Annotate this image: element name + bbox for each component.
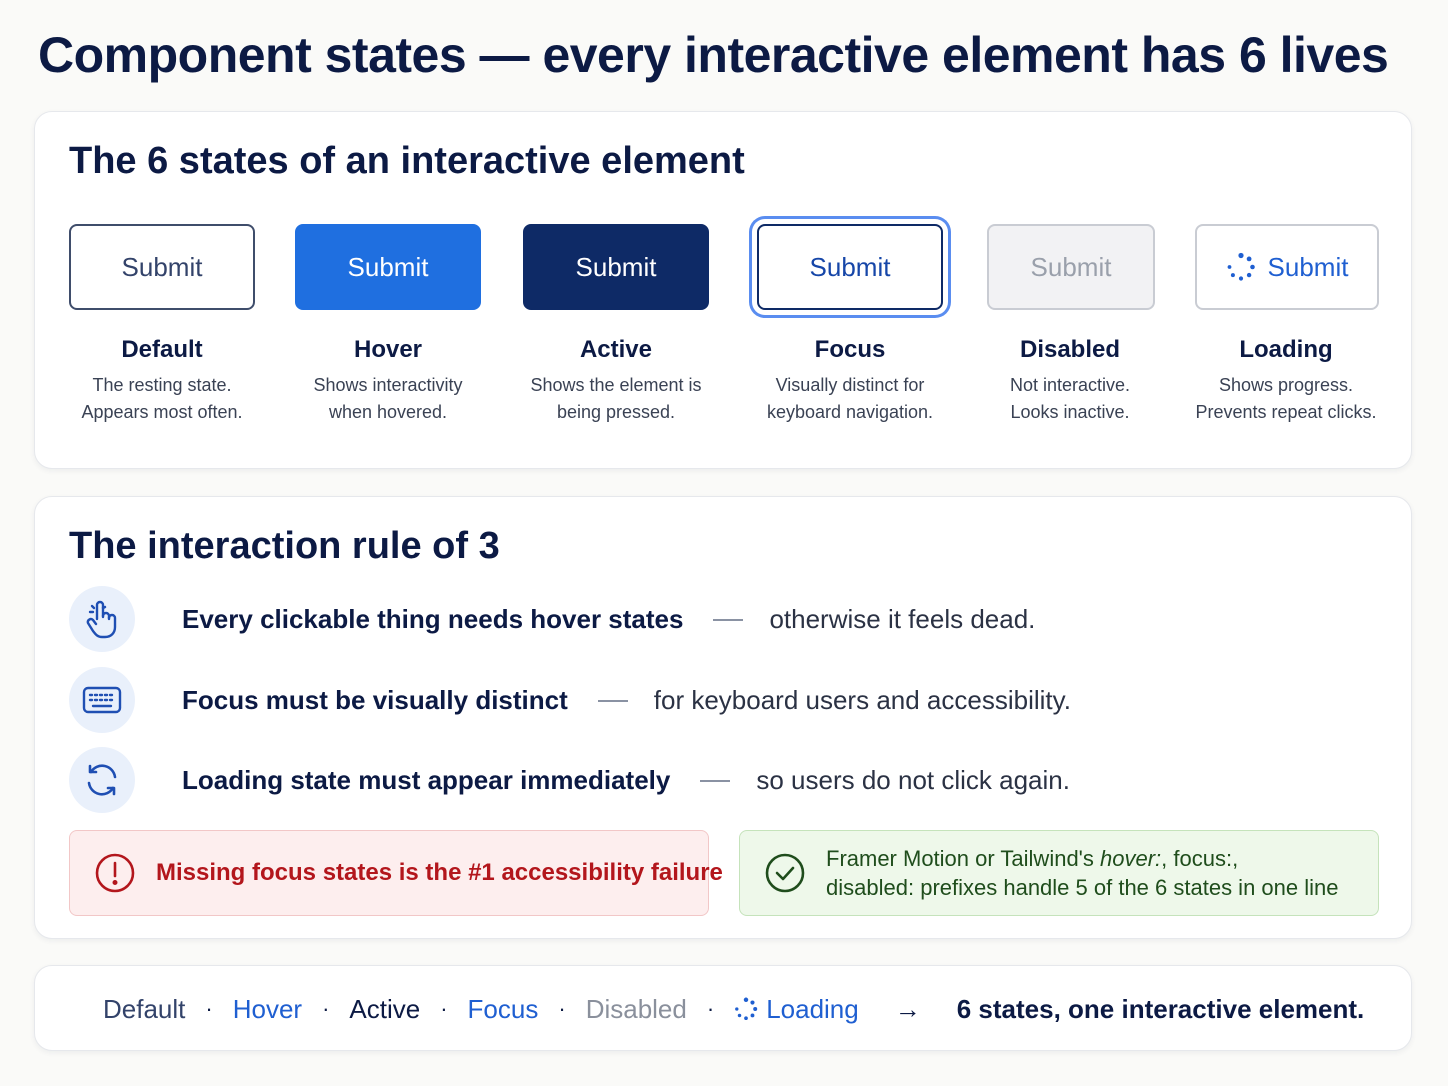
button-label: Submit [575, 251, 657, 282]
description-line: Visually distinct for [775, 375, 925, 395]
summary-text: 6 states, one interactive element. [956, 993, 1365, 1024]
summary-strip: Default · Hover · Active · Focus · Disab… [34, 965, 1412, 1051]
rule-item: Loading state must appear immediately so… [69, 747, 1269, 815]
button-label: Submit [347, 251, 429, 282]
tip-part: Framer Motion or Tailwind's [826, 846, 1094, 871]
description-line: Prevents repeat clicks. [1195, 402, 1377, 422]
states-card-title: The 6 states of an interactive element [69, 140, 745, 182]
spinner-icon [735, 997, 758, 1021]
active-submit-button[interactable]: Submit [523, 224, 709, 310]
button-label: Submit [1267, 251, 1349, 282]
rule-statement: Every clickable thing needs hover states [182, 604, 684, 634]
disabled-submit-button: Submit [987, 224, 1155, 310]
rule-statement: Focus must be visually distinct [182, 685, 568, 715]
state-name: Hover [353, 336, 423, 363]
state-name: Active [579, 336, 653, 363]
rule-reason: otherwise it feels dead. [769, 604, 1036, 634]
warning-callout: Missing focus states is the #1 accessibi… [69, 830, 723, 916]
description-line: Shows the element is [530, 375, 702, 395]
state-name: Default [121, 336, 203, 363]
arrow-right-icon: → [894, 993, 921, 1024]
description-line: keyboard navigation. [766, 402, 934, 422]
warning-text: Missing focus states is the #1 accessibi… [156, 859, 723, 886]
tip-comma: , [1161, 846, 1168, 871]
loading-submit-button[interactable]: Submit [1195, 224, 1379, 310]
state-description: The resting state. Appears most often. [49, 372, 275, 426]
state-description: Visually distinct for keyboard navigatio… [737, 372, 963, 426]
alert-circle-icon [95, 853, 135, 893]
dot-separator: · [558, 996, 566, 1021]
description-line: Appears most often. [81, 402, 243, 422]
description-line: Not interactive. [1009, 375, 1131, 395]
description-line: The resting state. [92, 375, 232, 395]
description-line: Looks inactive. [1010, 402, 1130, 422]
state-name: Disabled [1019, 336, 1121, 363]
summary-loading: Loading [734, 994, 859, 1025]
button-label: Submit [809, 251, 891, 282]
summary-default: Default [103, 993, 186, 1024]
dash-separator [700, 779, 731, 782]
rule-reason: so users do not click again. [756, 765, 1070, 795]
default-submit-button[interactable]: Submit [69, 224, 255, 310]
keyboard-icon [69, 667, 135, 733]
description-line: when hovered. [328, 402, 448, 422]
state-description: Shows progress. Prevents repeat clicks. [1173, 372, 1399, 426]
state-name: Loading [1239, 336, 1333, 363]
page-title: Component states — every interactive ele… [38, 27, 1389, 83]
state-description: Shows the element is being pressed. [503, 372, 729, 426]
dot-separator: · [706, 996, 715, 1021]
tip-part: prefixes handle 5 of the 6 states in one… [920, 875, 1339, 900]
summary-active: Active [349, 993, 421, 1024]
rule-text: Loading state must appear immediately so… [182, 765, 1070, 796]
description-line: Shows interactivity [313, 375, 463, 395]
rule-text: Every clickable thing needs hover states… [182, 604, 1035, 635]
button-label: Submit [1030, 251, 1112, 282]
tip-line: disabled: prefixes handle 5 of the 6 sta… [826, 873, 1338, 902]
focus-prefix: focus:, [1173, 846, 1239, 871]
states-card: The 6 states of an interactive element S… [34, 111, 1412, 469]
dash-separator [713, 618, 744, 621]
state-name: Focus [814, 336, 886, 363]
dash-separator [597, 699, 628, 702]
button-label: Submit [121, 251, 203, 282]
rule-item: Every clickable thing needs hover states… [69, 586, 1269, 654]
hover-submit-button[interactable]: Submit [295, 224, 481, 310]
description-line: Shows progress. [1218, 375, 1354, 395]
rules-card-title: The interaction rule of 3 [69, 525, 500, 567]
dot-separator: · [205, 996, 213, 1021]
rule-item: Focus must be visually distinct for keyb… [69, 667, 1269, 735]
hover-prefix: hover: [1100, 846, 1162, 871]
disabled-prefix: disabled: [826, 875, 915, 900]
rule-text: Focus must be visually distinct for keyb… [182, 685, 1071, 716]
dot-separator: · [322, 996, 330, 1021]
check-circle-icon [765, 853, 805, 893]
rule-statement: Loading state must appear immediately [182, 765, 671, 795]
rules-card: The interaction rule of 3 Every clickabl… [34, 496, 1412, 939]
tip-callout: Framer Motion or Tailwind's hover:, focu… [739, 830, 1379, 916]
summary-hover: Hover [232, 993, 303, 1024]
state-description: Shows interactivity when hovered. [275, 372, 501, 426]
summary-disabled: Disabled [585, 993, 687, 1024]
dot-separator: · [440, 996, 448, 1021]
focus-submit-button[interactable]: Submit [757, 224, 943, 310]
states-summary: Default · Hover · Active · Focus · Disab… [103, 966, 1364, 1052]
state-description: Not interactive. Looks inactive. [957, 372, 1183, 426]
tip-text: Framer Motion or Tailwind's hover:, focu… [826, 844, 1338, 902]
rule-reason: for keyboard users and accessibility. [653, 685, 1071, 715]
refresh-icon [69, 747, 135, 813]
spinner-icon [1227, 252, 1255, 281]
summary-loading-label: Loading [766, 993, 859, 1024]
pointer-hand-icon [69, 586, 135, 652]
tip-line: Framer Motion or Tailwind's hover:, focu… [826, 844, 1338, 873]
description-line: being pressed. [556, 402, 676, 422]
summary-focus: Focus [467, 993, 539, 1024]
